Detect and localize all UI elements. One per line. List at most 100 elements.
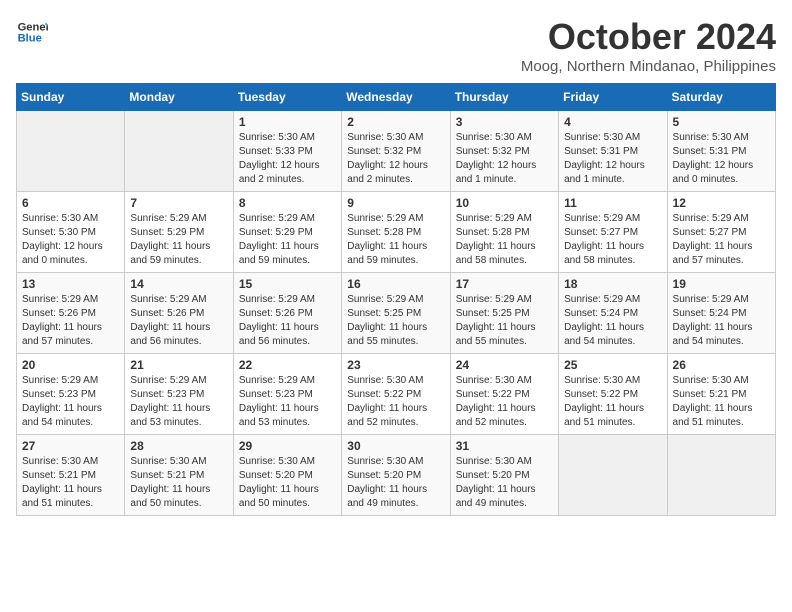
calendar-day-cell xyxy=(667,435,775,516)
svg-text:General: General xyxy=(18,21,48,33)
day-number: 24 xyxy=(456,358,553,372)
calendar-day-cell xyxy=(125,111,233,192)
calendar-day-cell: 21 Sunrise: 5:29 AM Sunset: 5:23 PM Dayli… xyxy=(125,354,233,435)
weekday-header-cell: Sunday xyxy=(17,84,125,111)
calendar-week-row: 13 Sunrise: 5:29 AM Sunset: 5:26 PM Dayli… xyxy=(17,273,776,354)
day-info: Sunrise: 5:29 AM Sunset: 5:27 PM Dayligh… xyxy=(673,212,770,268)
calendar-day-cell: 25 Sunrise: 5:30 AM Sunset: 5:22 PM Dayli… xyxy=(559,354,667,435)
calendar-day-cell: 23 Sunrise: 5:30 AM Sunset: 5:22 PM Dayli… xyxy=(342,354,450,435)
day-number: 6 xyxy=(22,196,119,210)
day-info: Sunrise: 5:30 AM Sunset: 5:20 PM Dayligh… xyxy=(347,455,444,511)
day-info: Sunrise: 5:29 AM Sunset: 5:24 PM Dayligh… xyxy=(673,293,770,349)
day-info: Sunrise: 5:30 AM Sunset: 5:31 PM Dayligh… xyxy=(564,131,661,187)
day-number: 13 xyxy=(22,277,119,291)
calendar-day-cell xyxy=(559,435,667,516)
day-number: 30 xyxy=(347,439,444,453)
calendar-day-cell: 13 Sunrise: 5:29 AM Sunset: 5:26 PM Dayli… xyxy=(17,273,125,354)
calendar-day-cell: 1 Sunrise: 5:30 AM Sunset: 5:33 PM Daylig… xyxy=(233,111,341,192)
page-header: General Blue October 2024 Moog, Northern… xyxy=(16,16,776,75)
calendar-day-cell: 22 Sunrise: 5:29 AM Sunset: 5:23 PM Dayli… xyxy=(233,354,341,435)
day-info: Sunrise: 5:29 AM Sunset: 5:25 PM Dayligh… xyxy=(456,293,553,349)
day-number: 23 xyxy=(347,358,444,372)
calendar-table: SundayMondayTuesdayWednesdayThursdayFrid… xyxy=(16,83,776,516)
day-number: 20 xyxy=(22,358,119,372)
day-number: 10 xyxy=(456,196,553,210)
calendar-day-cell: 2 Sunrise: 5:30 AM Sunset: 5:32 PM Daylig… xyxy=(342,111,450,192)
day-number: 7 xyxy=(130,196,227,210)
day-number: 9 xyxy=(347,196,444,210)
calendar-day-cell: 6 Sunrise: 5:30 AM Sunset: 5:30 PM Daylig… xyxy=(17,192,125,273)
day-info: Sunrise: 5:29 AM Sunset: 5:28 PM Dayligh… xyxy=(347,212,444,268)
calendar-day-cell: 11 Sunrise: 5:29 AM Sunset: 5:27 PM Dayli… xyxy=(559,192,667,273)
svg-text:Blue: Blue xyxy=(18,33,42,45)
day-info: Sunrise: 5:29 AM Sunset: 5:23 PM Dayligh… xyxy=(130,374,227,430)
day-number: 1 xyxy=(239,115,336,129)
day-info: Sunrise: 5:29 AM Sunset: 5:29 PM Dayligh… xyxy=(239,212,336,268)
logo-icon: General Blue xyxy=(16,16,48,48)
calendar-day-cell: 15 Sunrise: 5:29 AM Sunset: 5:26 PM Dayli… xyxy=(233,273,341,354)
day-info: Sunrise: 5:30 AM Sunset: 5:30 PM Dayligh… xyxy=(22,212,119,268)
calendar-day-cell: 24 Sunrise: 5:30 AM Sunset: 5:22 PM Dayli… xyxy=(450,354,558,435)
calendar-week-row: 6 Sunrise: 5:30 AM Sunset: 5:30 PM Daylig… xyxy=(17,192,776,273)
calendar-day-cell: 29Sunrise: 5:30 AM Sunset: 5:20 PM Dayli… xyxy=(233,435,341,516)
day-info: Sunrise: 5:30 AM Sunset: 5:32 PM Dayligh… xyxy=(347,131,444,187)
day-info: Sunrise: 5:30 AM Sunset: 5:21 PM Dayligh… xyxy=(22,455,119,511)
month-title: October 2024 xyxy=(521,16,776,58)
day-info: Sunrise: 5:30 AM Sunset: 5:21 PM Dayligh… xyxy=(673,374,770,430)
day-number: 15 xyxy=(239,277,336,291)
logo: General Blue xyxy=(16,16,48,48)
day-info: Sunrise: 5:30 AM Sunset: 5:22 PM Dayligh… xyxy=(347,374,444,430)
calendar-body: 1 Sunrise: 5:30 AM Sunset: 5:33 PM Daylig… xyxy=(17,111,776,516)
calendar-day-cell xyxy=(17,111,125,192)
day-info: Sunrise: 5:29 AM Sunset: 5:25 PM Dayligh… xyxy=(347,293,444,349)
day-number: 27 xyxy=(22,439,119,453)
day-info: Sunrise: 5:29 AM Sunset: 5:26 PM Dayligh… xyxy=(239,293,336,349)
day-number: 21 xyxy=(130,358,227,372)
day-info: Sunrise: 5:30 AM Sunset: 5:20 PM Dayligh… xyxy=(239,455,336,511)
day-number: 19 xyxy=(673,277,770,291)
weekday-header-cell: Friday xyxy=(559,84,667,111)
calendar-day-cell: 8Sunrise: 5:29 AM Sunset: 5:29 PM Daylig… xyxy=(233,192,341,273)
day-info: Sunrise: 5:29 AM Sunset: 5:23 PM Dayligh… xyxy=(239,374,336,430)
calendar-day-cell: 4Sunrise: 5:30 AM Sunset: 5:31 PM Daylig… xyxy=(559,111,667,192)
calendar-day-cell: 16 Sunrise: 5:29 AM Sunset: 5:25 PM Dayli… xyxy=(342,273,450,354)
day-info: Sunrise: 5:29 AM Sunset: 5:27 PM Dayligh… xyxy=(564,212,661,268)
day-info: Sunrise: 5:30 AM Sunset: 5:22 PM Dayligh… xyxy=(564,374,661,430)
day-info: Sunrise: 5:30 AM Sunset: 5:32 PM Dayligh… xyxy=(456,131,553,187)
calendar-day-cell: 3Sunrise: 5:30 AM Sunset: 5:32 PM Daylig… xyxy=(450,111,558,192)
calendar-week-row: 27 Sunrise: 5:30 AM Sunset: 5:21 PM Dayli… xyxy=(17,435,776,516)
calendar-day-cell: 31Sunrise: 5:30 AM Sunset: 5:20 PM Dayli… xyxy=(450,435,558,516)
calendar-day-cell: 14 Sunrise: 5:29 AM Sunset: 5:26 PM Dayli… xyxy=(125,273,233,354)
calendar-week-row: 1 Sunrise: 5:30 AM Sunset: 5:33 PM Daylig… xyxy=(17,111,776,192)
calendar-day-cell: 18 Sunrise: 5:29 AM Sunset: 5:24 PM Dayli… xyxy=(559,273,667,354)
day-info: Sunrise: 5:30 AM Sunset: 5:31 PM Dayligh… xyxy=(673,131,770,187)
day-info: Sunrise: 5:29 AM Sunset: 5:26 PM Dayligh… xyxy=(130,293,227,349)
weekday-header-row: SundayMondayTuesdayWednesdayThursdayFrid… xyxy=(17,84,776,111)
calendar-day-cell: 7 Sunrise: 5:29 AM Sunset: 5:29 PM Daylig… xyxy=(125,192,233,273)
day-number: 2 xyxy=(347,115,444,129)
calendar-day-cell: 5 Sunrise: 5:30 AM Sunset: 5:31 PM Daylig… xyxy=(667,111,775,192)
day-info: Sunrise: 5:30 AM Sunset: 5:33 PM Dayligh… xyxy=(239,131,336,187)
day-info: Sunrise: 5:29 AM Sunset: 5:24 PM Dayligh… xyxy=(564,293,661,349)
day-info: Sunrise: 5:29 AM Sunset: 5:26 PM Dayligh… xyxy=(22,293,119,349)
day-number: 28 xyxy=(130,439,227,453)
day-info: Sunrise: 5:29 AM Sunset: 5:29 PM Dayligh… xyxy=(130,212,227,268)
calendar-day-cell: 19 Sunrise: 5:29 AM Sunset: 5:24 PM Dayli… xyxy=(667,273,775,354)
day-info: Sunrise: 5:30 AM Sunset: 5:22 PM Dayligh… xyxy=(456,374,553,430)
day-number: 31 xyxy=(456,439,553,453)
weekday-header-cell: Saturday xyxy=(667,84,775,111)
day-number: 17 xyxy=(456,277,553,291)
calendar-day-cell: 17 Sunrise: 5:29 AM Sunset: 5:25 PM Dayli… xyxy=(450,273,558,354)
day-number: 26 xyxy=(673,358,770,372)
day-number: 18 xyxy=(564,277,661,291)
calendar-day-cell: 30 Sunrise: 5:30 AM Sunset: 5:20 PM Dayli… xyxy=(342,435,450,516)
location: Moog, Northern Mindanao, Philippines xyxy=(521,58,776,75)
day-number: 16 xyxy=(347,277,444,291)
day-number: 5 xyxy=(673,115,770,129)
day-number: 11 xyxy=(564,196,661,210)
calendar-day-cell: 20Sunrise: 5:29 AM Sunset: 5:23 PM Dayli… xyxy=(17,354,125,435)
day-number: 22 xyxy=(239,358,336,372)
day-info: Sunrise: 5:30 AM Sunset: 5:21 PM Dayligh… xyxy=(130,455,227,511)
day-number: 14 xyxy=(130,277,227,291)
day-number: 25 xyxy=(564,358,661,372)
